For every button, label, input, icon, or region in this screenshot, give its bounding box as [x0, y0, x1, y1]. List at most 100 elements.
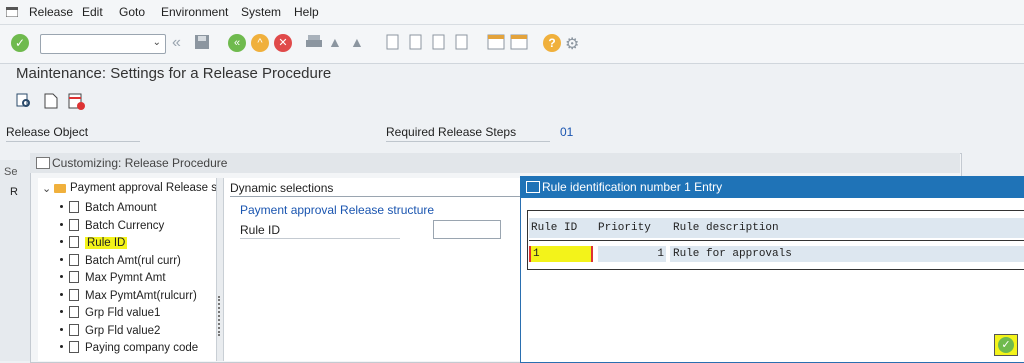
- background-table: Se R: [0, 160, 31, 361]
- back-icon[interactable]: «: [228, 34, 246, 52]
- menu-help[interactable]: Help: [294, 5, 319, 19]
- tree-item-batch-currency[interactable]: Batch Currency: [60, 219, 164, 235]
- rule-entry-dialog-title: Rule identification number 1 Entry: [542, 180, 723, 194]
- find-next-icon[interactable]: ▲: [350, 34, 368, 52]
- tree-item-grp-fld-value1[interactable]: Grp Fld value1: [60, 306, 160, 322]
- cell-rule-id[interactable]: 1: [529, 246, 593, 262]
- print-icon[interactable]: [305, 34, 323, 52]
- customizing-dialog-title: Customizing: Release Procedure: [52, 156, 228, 170]
- tree-item-batch-amount[interactable]: Batch Amount: [60, 201, 157, 217]
- display-icon[interactable]: [16, 93, 32, 109]
- rule-id-label: Rule ID: [240, 223, 400, 239]
- cell-priority[interactable]: 1: [598, 246, 666, 262]
- checkmark-icon[interactable]: ✓: [11, 34, 29, 52]
- col-header-rule-id[interactable]: Rule ID: [529, 218, 596, 238]
- exit-icon[interactable]: ^: [251, 34, 269, 52]
- col-header-rule-description[interactable]: Rule description: [670, 218, 1024, 238]
- last-page-icon[interactable]: [454, 34, 472, 52]
- selection-tree: ⌄ Payment approval Release stru Batch Am…: [38, 178, 218, 361]
- menu-edit[interactable]: Edit: [82, 5, 103, 19]
- find-icon[interactable]: ▲: [328, 34, 346, 52]
- cell-rule-description[interactable]: Rule for approvals: [670, 246, 1024, 262]
- col-header-priority[interactable]: Priority: [595, 218, 671, 238]
- delete-icon[interactable]: [68, 93, 86, 111]
- table-header: Se: [4, 166, 18, 178]
- menu-icon[interactable]: [5, 6, 19, 18]
- tree-item-label: Grp Fld value1: [85, 307, 161, 319]
- table-divider: [529, 240, 1024, 241]
- chevron-down-icon[interactable]: ⌄: [153, 37, 161, 48]
- structure-title: Payment approval Release structure: [240, 203, 435, 217]
- system-toolbar: ✓ ⌄ « « ^ ✕ ▲ ▲ ? ⚙: [0, 25, 1024, 64]
- required-release-steps-value: 01: [560, 125, 574, 139]
- pane-splitter[interactable]: [216, 178, 224, 361]
- bullet-icon: [60, 223, 63, 226]
- tree-item-label: Max Pymnt Amt: [85, 272, 166, 284]
- menu-release[interactable]: Release: [29, 5, 73, 19]
- new-session-icon[interactable]: [487, 34, 505, 52]
- document-icon: [69, 219, 79, 231]
- document-icon: [69, 254, 79, 266]
- document-icon: [69, 289, 79, 301]
- page-title: Maintenance: Settings for a Release Proc…: [16, 65, 332, 82]
- next-page-icon[interactable]: [431, 34, 449, 52]
- bullet-icon: [60, 205, 63, 208]
- tree-item-label: Max PymtAmt(rulcurr): [85, 290, 197, 302]
- document-icon: [69, 341, 79, 353]
- double-left-icon[interactable]: «: [172, 34, 190, 52]
- menu-system[interactable]: System: [241, 5, 281, 19]
- tree-item-grp-fld-value2[interactable]: Grp Fld value2: [60, 324, 160, 340]
- table-row-label: R: [10, 186, 18, 198]
- tree-item-rule-id[interactable]: Rule ID: [60, 236, 128, 252]
- settings-icon[interactable]: ⚙: [565, 34, 583, 53]
- tree-item-label: Batch Currency: [85, 220, 165, 232]
- first-page-icon[interactable]: [385, 34, 403, 52]
- tree-item-label: Grp Fld value2: [85, 325, 161, 337]
- help-icon[interactable]: ?: [543, 34, 561, 52]
- bullet-icon: [60, 293, 63, 296]
- create-icon[interactable]: [43, 93, 59, 109]
- dynamic-selections-tab[interactable]: Dynamic selections: [230, 181, 520, 197]
- tree-root-label[interactable]: Payment approval Release stru: [70, 182, 218, 194]
- confirm-icon: ✓: [998, 337, 1014, 353]
- menu-environment[interactable]: Environment: [161, 5, 228, 19]
- tree-item-max-pymnt-amt[interactable]: Max Pymnt Amt: [60, 271, 166, 287]
- bullet-icon: [60, 240, 63, 243]
- chevron-down-icon[interactable]: ⌄: [42, 182, 51, 195]
- menu-goto[interactable]: Goto: [119, 5, 145, 19]
- rule-entry-dialog-titlebar: Rule identification number 1 Entry: [520, 176, 1024, 198]
- tree-item-label: Batch Amt(rul curr): [85, 255, 181, 267]
- required-release-steps-label: Required Release Steps: [386, 125, 550, 142]
- rule-id-input[interactable]: [433, 220, 501, 239]
- document-icon: [69, 236, 79, 248]
- bullet-icon: [60, 275, 63, 278]
- grip-icon: [218, 296, 222, 336]
- document-icon: [69, 324, 79, 336]
- document-icon: [69, 201, 79, 213]
- tree-item-max-pymtamt-rulcurr[interactable]: Max PymtAmt(rulcurr): [60, 289, 197, 305]
- bullet-icon: [60, 345, 63, 348]
- customizing-dialog-titlebar: Customizing: Release Procedure: [30, 153, 960, 173]
- bullet-icon: [60, 328, 63, 331]
- menu-bar: Release Edit Goto Environment System Hel…: [0, 0, 1024, 25]
- cancel-icon[interactable]: ✕: [274, 34, 292, 52]
- tree-item-label: Batch Amount: [85, 202, 157, 214]
- release-object-label: Release Object: [6, 125, 140, 142]
- bullet-icon: [60, 310, 63, 313]
- document-icon: [69, 271, 79, 283]
- tree-item-paying-company-code[interactable]: Paying company code: [60, 341, 198, 357]
- tree-item-label: Rule ID: [85, 237, 128, 249]
- document-icon: [69, 306, 79, 318]
- tree-item-label: Paying company code: [85, 342, 199, 354]
- command-field[interactable]: ⌄: [40, 34, 166, 54]
- save-icon[interactable]: [194, 34, 212, 52]
- bullet-icon: [60, 258, 63, 261]
- confirm-button[interactable]: ✓: [994, 334, 1018, 356]
- previous-page-icon[interactable]: [408, 34, 426, 52]
- window-icon: [526, 181, 540, 193]
- shortcut-icon[interactable]: [510, 34, 528, 52]
- window-icon: [36, 157, 50, 169]
- tree-item-batch-amt-rul-curr[interactable]: Batch Amt(rul curr): [60, 254, 181, 270]
- dynamic-selections-panel: Dynamic selections Payment approval Rele…: [224, 178, 520, 361]
- folder-icon: [54, 184, 66, 193]
